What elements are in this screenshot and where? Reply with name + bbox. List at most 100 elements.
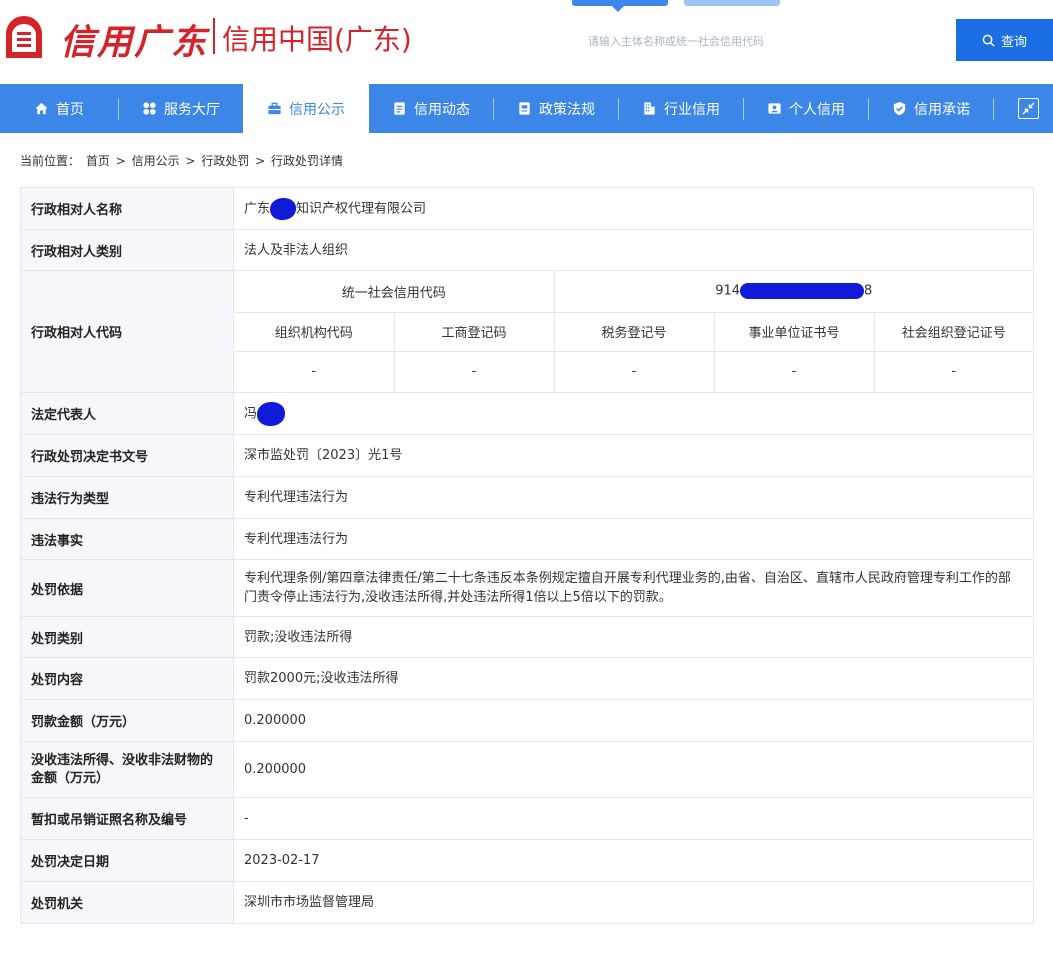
row-key: 处罚决定日期	[20, 839, 234, 882]
table-row: 处罚决定日期 2023-02-17	[20, 839, 1034, 882]
row-value: 专利代理违法行为	[233, 518, 1034, 560]
redaction-mark	[740, 283, 865, 300]
redaction-mark	[257, 401, 286, 426]
redaction-mark	[270, 197, 297, 220]
fullscreen-exit-button[interactable]	[1018, 98, 1039, 119]
row-value: 专利代理违法行为	[233, 476, 1034, 519]
nav-label-credit-news: 信用动态	[414, 101, 470, 118]
row-value-legal-rep: 冯	[233, 392, 1034, 435]
code-value: -	[234, 350, 395, 392]
row-key: 处罚依据	[20, 559, 234, 617]
code-header-row: 组织机构代码 工商登记码 税务登记号 事业单位证书号 社会组织登记证号	[234, 311, 1033, 352]
row-value: 0.200000	[233, 741, 1034, 798]
search-button[interactable]: 查询	[956, 19, 1053, 61]
id-card-icon	[768, 103, 781, 114]
breadcrumb-item-home[interactable]: 首页	[86, 154, 110, 168]
breadcrumb-separator: >	[185, 154, 196, 168]
table-row: 行政相对人名称 广东 知识产权代理有限公司	[20, 187, 1034, 230]
site-header: 信用广东 信用中国(广东) 查询	[0, 0, 1053, 84]
row-key: 法定代表人	[20, 392, 234, 435]
table-row: 罚款金额（万元） 0.200000	[20, 699, 1034, 742]
search-input[interactable]	[572, 22, 952, 60]
building-icon	[644, 102, 655, 115]
uscc-row: 统一社会信用代码 914 8	[234, 271, 1033, 313]
breadcrumb-prefix: 当前位置：	[20, 154, 81, 168]
nav-item-home[interactable]: 首页	[0, 84, 118, 133]
table-row: 违法行为类型 专利代理违法行为	[20, 476, 1034, 519]
nav-item-personal-credit[interactable]: 个人信用	[744, 84, 868, 133]
breadcrumb: 当前位置： 首页 > 信用公示 > 行政处罚 > 行政处罚详情	[20, 152, 345, 169]
table-row: 处罚类别 罚款;没收违法所得	[20, 616, 1034, 658]
nav-label-home: 首页	[56, 101, 84, 118]
row-key: 处罚内容	[20, 657, 234, 700]
table-row: 处罚内容 罚款2000元;没收违法所得	[20, 657, 1034, 700]
nav-label-industry-credit: 行业信用	[664, 101, 720, 118]
row-value: 罚款;没收违法所得	[233, 616, 1034, 658]
search-button-label: 查询	[1000, 34, 1027, 50]
code-value-row: - - - - -	[234, 350, 1033, 392]
row-key: 处罚类别	[20, 616, 234, 658]
nav-item-credit-commitment[interactable]: 信用承诺	[869, 84, 993, 133]
fullscreen-exit-icon	[1022, 102, 1035, 115]
nav-label-service-hall: 服务大厅	[164, 101, 220, 118]
breadcrumb-item-credit-publicity[interactable]: 信用公示	[132, 154, 180, 168]
row-key: 违法行为类型	[20, 476, 234, 519]
grid-icon	[143, 102, 156, 115]
table-row: 行政处罚决定书文号 深市监处罚〔2023〕光1号	[20, 434, 1034, 477]
code-subtable: 统一社会信用代码 914 8 组织机构代码 工商登记码 税务登记号 事业单位证书号…	[234, 271, 1033, 392]
nav-label-credit-publicity: 信用公示	[289, 101, 345, 118]
search-tab-pointer	[612, 6, 624, 12]
row-key: 罚款金额（万元）	[20, 699, 234, 742]
row-key: 违法事实	[20, 518, 234, 560]
row-value: 深圳市市场监督管理局	[233, 881, 1034, 924]
nav-separator	[993, 97, 994, 120]
shield-check-icon	[893, 101, 906, 116]
row-value: 法人及非法人组织	[233, 229, 1034, 271]
logo-subtitle: 信用中国(广东)	[222, 23, 412, 56]
nav-item-industry-credit[interactable]: 行业信用	[619, 84, 743, 133]
code-value: -	[553, 350, 715, 392]
row-value: 深市监处罚〔2023〕光1号	[233, 434, 1034, 477]
column-header: 税务登记号	[553, 311, 715, 352]
code-value: -	[713, 350, 875, 392]
table-row: 违法事实 专利代理违法行为	[20, 518, 1034, 560]
penalty-detail-table: 行政相对人名称 广东 知识产权代理有限公司 行政相对人类别 法人及非法人组织 行政…	[20, 187, 1034, 924]
briefcase-icon	[268, 102, 281, 115]
table-row: 处罚机关 深圳市市场监督管理局	[20, 881, 1034, 924]
breadcrumb-separator: >	[115, 154, 126, 168]
uscc-prefix: 914	[715, 283, 741, 299]
breadcrumb-item-current: 行政处罚详情	[271, 154, 344, 168]
row-value-company-name: 广东 知识产权代理有限公司	[233, 187, 1034, 230]
document-icon	[394, 102, 405, 115]
search-tab-inactive[interactable]	[684, 0, 780, 6]
uscc-suffix: 8	[864, 283, 873, 299]
code-value: -	[873, 350, 1033, 392]
row-key: 暂扣或吊销证照名称及编号	[20, 797, 234, 840]
breadcrumb-separator: >	[255, 154, 266, 168]
column-header: 社会组织登记证号	[873, 311, 1033, 352]
table-row: 暂扣或吊销证照名称及编号 -	[20, 797, 1034, 840]
nav-item-credit-publicity[interactable]: 信用公示	[243, 84, 369, 133]
credit-guangdong-logo-icon	[6, 16, 42, 58]
company-name-prefix: 广东	[244, 201, 271, 216]
code-value: -	[393, 350, 555, 392]
home-icon	[35, 102, 48, 115]
nav-label-credit-commitment: 信用承诺	[914, 101, 970, 118]
nav-item-policy[interactable]: 政策法规	[494, 84, 618, 133]
column-header: 事业单位证书号	[713, 311, 875, 352]
nav-item-service-hall[interactable]: 服务大厅	[119, 84, 243, 133]
code-block: 统一社会信用代码 914 8 组织机构代码 工商登记码 税务登记号 事业单位证书号…	[233, 270, 1034, 393]
row-key: 没收违法所得、没收非法财物的金额（万元）	[20, 741, 234, 798]
nav-label-policy: 政策法规	[539, 101, 595, 118]
nav-label-personal-credit: 个人信用	[789, 101, 845, 118]
breadcrumb-item-admin-penalty[interactable]: 行政处罚	[201, 154, 249, 168]
logo-divider	[213, 18, 215, 54]
row-value: 专利代理条例/第四章法律责任/第二十七条违反本条例规定擅自开展专利代理业务的,由…	[233, 559, 1034, 617]
search-icon	[982, 34, 995, 47]
legal-rep-prefix: 冯	[244, 406, 258, 421]
row-key: 行政相对人名称	[20, 187, 234, 230]
column-header: 组织机构代码	[234, 311, 395, 352]
row-key: 行政处罚决定书文号	[20, 434, 234, 477]
uscc-value: 914 8	[553, 271, 1033, 313]
nav-item-credit-news[interactable]: 信用动态	[369, 84, 493, 133]
